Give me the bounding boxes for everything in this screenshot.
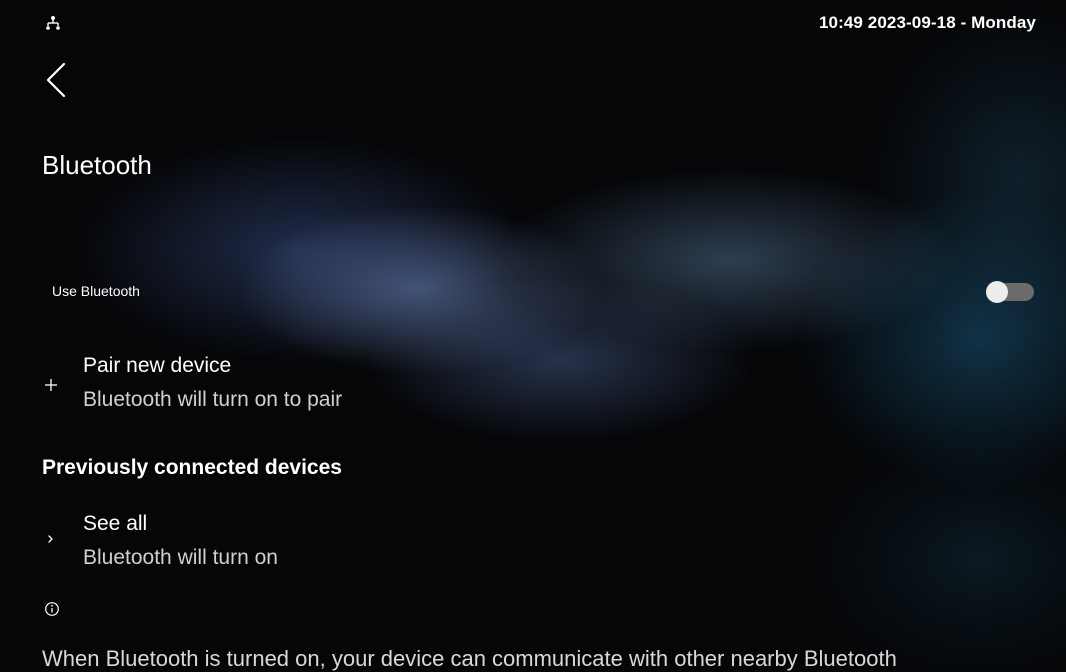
chevron-right-icon [42,530,60,548]
use-bluetooth-row[interactable]: Use Bluetooth [0,272,1066,312]
settings-screen: 10:49 2023-09-18 - Monday Bluetooth Use … [0,0,1066,672]
previously-connected-header: Previously connected devices [42,456,342,479]
pair-new-device-summary: Bluetooth will turn on to pair [83,388,343,411]
see-all-row[interactable]: See all Bluetooth will turn on [0,508,1066,580]
back-arrow-icon [46,62,66,98]
status-clock: 10:49 2023-09-18 - Monday [819,13,1036,32]
back-button[interactable] [36,58,76,102]
use-bluetooth-switch[interactable] [986,280,1036,304]
see-all-summary: Bluetooth will turn on [83,546,278,569]
see-all-title: See all [83,512,148,535]
page-title: Bluetooth [42,150,152,180]
status-bar: 10:49 2023-09-18 - Monday [0,0,1066,46]
use-bluetooth-label: Use Bluetooth [52,283,140,299]
info-icon [44,601,60,617]
switch-thumb [986,281,1008,303]
pair-new-device-title: Pair new device [83,354,232,377]
pair-new-device-row[interactable]: Pair new device Bluetooth will turn on t… [0,350,1066,422]
plus-icon [42,376,60,394]
network-icon [45,15,61,31]
bluetooth-footer-text: When Bluetooth is turned on, your device… [42,646,897,671]
